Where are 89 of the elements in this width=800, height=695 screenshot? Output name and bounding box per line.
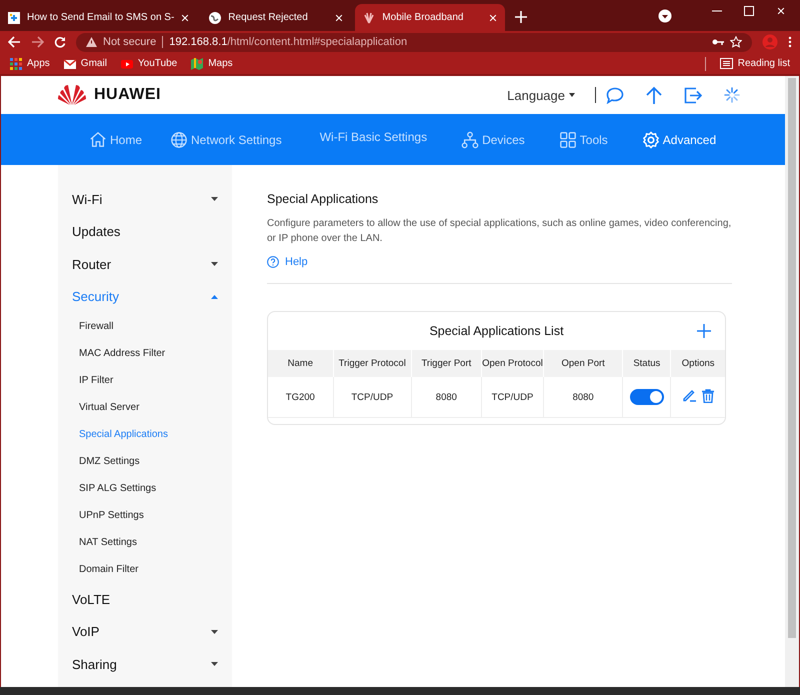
logout-icon[interactable] — [684, 86, 702, 104]
close-icon[interactable] — [334, 12, 344, 22]
language-dropdown[interactable]: Language — [507, 88, 575, 102]
sidebar-subitem[interactable]: Domain Filter — [58, 556, 232, 583]
caret-icon — [211, 630, 218, 634]
dropdown-icon[interactable] — [658, 8, 672, 22]
nav-tab[interactable]: Advanced — [642, 130, 716, 148]
list-icon — [720, 58, 733, 69]
sidebar-subitem[interactable]: Special Applications — [58, 421, 232, 448]
column-header: Trigger Protocol — [333, 350, 412, 377]
security-label: Not secure — [103, 36, 156, 48]
caret-icon — [211, 197, 218, 202]
help-icon — [267, 256, 279, 268]
sidebar-subitem[interactable]: Firewall — [58, 313, 232, 340]
browser-tab[interactable]: How to Send Email to SMS on S- — [0, 4, 198, 31]
petal-logo-icon — [362, 10, 376, 24]
sidebar-item[interactable]: VoIP — [58, 616, 232, 648]
sidebar-subitem[interactable]: SIP ALG Settings — [58, 475, 232, 502]
page-title: Special Applications — [267, 192, 380, 206]
column-header: Status — [622, 350, 671, 377]
bookmark[interactable]: YouTube — [120, 58, 178, 70]
sidebar-item[interactable]: Wi-Fi — [58, 183, 232, 216]
close-icon[interactable] — [180, 12, 190, 22]
table-cell: TCP/UDP — [333, 377, 412, 418]
card-title: Special Applications List — [429, 324, 564, 338]
sidebar-subitem[interactable]: NAT Settings — [58, 529, 232, 556]
close-icon[interactable] — [776, 6, 786, 16]
star-icon[interactable] — [730, 36, 742, 48]
settings-icon — [642, 130, 660, 148]
sidebar-item[interactable]: Router — [58, 248, 232, 280]
url-text: 192.168.8.1/html/content.html#specialapplication — [169, 36, 408, 48]
warning-icon — [86, 37, 97, 47]
scrollbar[interactable] — [785, 76, 799, 687]
help-link[interactable]: Help — [267, 256, 308, 268]
mail-icon — [64, 58, 76, 70]
back-icon[interactable] — [8, 36, 21, 48]
reload-icon[interactable] — [54, 36, 66, 48]
maximize-icon[interactable] — [744, 6, 754, 16]
new-tab-icon[interactable] — [515, 11, 528, 23]
browser-tab[interactable]: Request Rejected — [201, 4, 352, 31]
delete-icon[interactable] — [702, 388, 714, 403]
sidebar-item[interactable]: Updates — [58, 216, 232, 248]
brand-name: HUAWEI — [94, 86, 161, 104]
sidebar-subitem[interactable]: DMZ Settings — [58, 448, 232, 475]
table-cell: TCP/UDP — [481, 377, 544, 418]
browser-tab[interactable]: Mobile Broadband — [355, 4, 506, 31]
map-icon — [191, 58, 204, 70]
sidebar-item[interactable]: Sharing — [58, 648, 232, 680]
more-icon[interactable] — [788, 36, 792, 48]
loading-spinner-icon — [724, 87, 740, 103]
close-icon[interactable] — [488, 12, 498, 22]
sidebar-subitem[interactable]: Virtual Server — [58, 394, 232, 421]
table-cell: 8080 — [411, 377, 482, 418]
column-header: Options — [670, 350, 725, 377]
bookmark[interactable]: Maps — [191, 58, 233, 70]
column-header: Name — [268, 350, 334, 377]
sidebar-item[interactable]: VoLTE — [58, 583, 232, 616]
column-header: Open Protocol — [481, 350, 544, 377]
key-icon[interactable] — [712, 38, 724, 46]
caret-icon — [211, 262, 218, 266]
bookmark[interactable]: Gmail — [64, 58, 107, 70]
forward-icon[interactable] — [31, 36, 44, 48]
column-header: Trigger Port — [411, 350, 482, 377]
network-devices-icon — [461, 130, 480, 148]
sidebar-item[interactable]: Security — [58, 280, 232, 313]
tiles-icon — [558, 130, 577, 148]
caret-icon — [211, 662, 218, 666]
apps-grid-icon — [10, 58, 22, 70]
sidebar-subitem[interactable]: IP Filter — [58, 367, 232, 394]
play-icon — [120, 58, 133, 70]
home-icon — [89, 130, 107, 148]
sidebar-subitem[interactable]: MAC Address Filter — [58, 340, 232, 367]
status-toggle[interactable] — [630, 389, 664, 405]
bookmark[interactable]: Apps — [10, 58, 50, 70]
add-icon[interactable] — [697, 324, 711, 338]
edit-icon[interactable] — [682, 389, 696, 402]
chat-icon[interactable] — [606, 86, 624, 104]
fan-logo-icon — [58, 84, 86, 106]
address-bar[interactable]: Not secure 192.168.8.1/html/content.html#specialapplication — [76, 32, 752, 52]
page-description: Configure parameters to allow the use of special applications, such as online games, video conferencing, or IP phone over the LAN. — [267, 217, 732, 246]
reading-list-button[interactable]: Reading list — [720, 58, 790, 69]
grid-logo-icon — [7, 10, 21, 24]
upload-arrow-icon[interactable] — [646, 86, 662, 104]
caret-icon — [569, 93, 575, 97]
column-header: Open Port — [544, 350, 623, 377]
table-cell: 8080 — [544, 377, 623, 418]
sidebar-subitem[interactable]: UPnP Settings — [58, 502, 232, 529]
caret-icon — [211, 294, 218, 299]
table-cell: TG200 — [268, 377, 334, 418]
